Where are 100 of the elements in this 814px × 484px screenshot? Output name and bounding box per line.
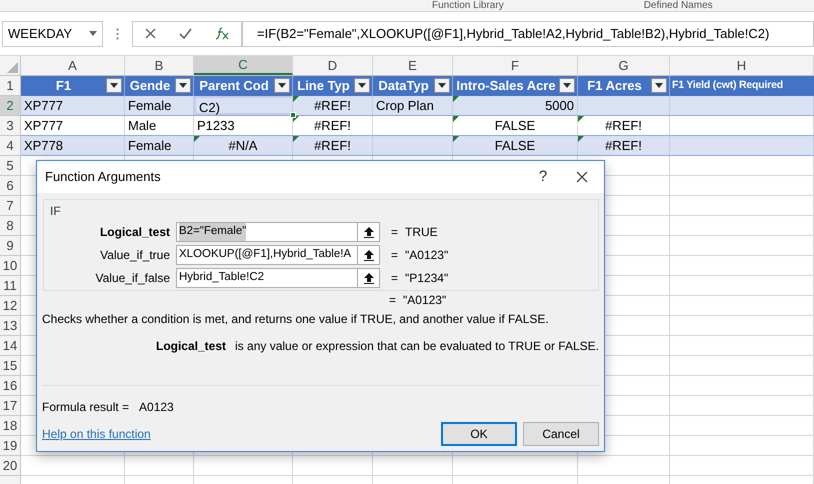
caret-icon xyxy=(278,83,286,88)
table-cell: XP778 xyxy=(21,136,125,155)
row-header[interactable]: 15 xyxy=(0,356,21,376)
filter-dropdown-button[interactable] xyxy=(434,78,450,93)
table-cell: XP777 xyxy=(21,116,125,135)
row-header[interactable]: 5 xyxy=(0,156,21,176)
argument-result: TRUE xyxy=(405,224,438,241)
enter-check-icon[interactable] xyxy=(178,28,192,39)
table-cell: #REF! xyxy=(293,116,373,135)
group-label: IF xyxy=(50,203,61,220)
row-header[interactable]: 11 xyxy=(0,276,21,296)
argument-description: is any value or expression that can be evaluated to TRUE or FALSE. xyxy=(235,338,599,355)
row-header[interactable]: 20 xyxy=(0,456,21,476)
row-header[interactable]: 7 xyxy=(0,196,21,216)
table-cell: FALSE xyxy=(453,136,578,155)
table-cell: FALSE xyxy=(453,116,578,135)
row-header[interactable]: 8 xyxy=(0,216,21,236)
column-title: DataTyp xyxy=(377,77,430,96)
column-header[interactable]: F xyxy=(453,56,578,75)
table-cell: C2) xyxy=(194,96,293,115)
formula-result-label: Formula result = xyxy=(42,399,130,416)
ribbon-group-label: Defined Names xyxy=(644,0,713,11)
more-options-icon[interactable] xyxy=(116,28,119,40)
argument-label: Value_if_false xyxy=(94,270,171,287)
table-cell: P1233 xyxy=(194,116,293,135)
name-box[interactable]: WEEKDAY xyxy=(2,20,103,46)
filter-dropdown-button[interactable] xyxy=(354,78,370,93)
insert-function-icon[interactable] xyxy=(215,27,230,40)
caret-icon xyxy=(655,83,663,88)
argument-input[interactable]: B2="Female" xyxy=(176,222,358,242)
row-header[interactable]: 1 xyxy=(0,76,21,96)
argument-label: Value_if_true xyxy=(99,247,171,264)
table-cell: Male xyxy=(125,116,194,135)
argument-result: "A0123" xyxy=(405,247,448,264)
column-header[interactable]: E xyxy=(373,56,453,75)
table-cell: Crop Plan xyxy=(373,96,453,115)
row-header[interactable]: 12 xyxy=(0,296,21,316)
row-header[interactable]: 2 xyxy=(0,96,21,116)
equals-sign: = xyxy=(389,292,398,309)
table-cell: #N/A xyxy=(194,136,293,155)
table-cell: #REF! xyxy=(578,136,670,155)
column-title: Line Typ xyxy=(296,77,351,96)
argument-input[interactable]: Hybrid_Table!C2 xyxy=(176,268,358,288)
table-cell: Female xyxy=(125,136,194,155)
row-header[interactable]: 17 xyxy=(0,396,21,416)
caret-icon xyxy=(179,83,187,88)
column-header[interactable]: C xyxy=(194,56,293,75)
collapse-dialog-button[interactable] xyxy=(358,245,380,265)
ribbon-group-label: Function Library xyxy=(432,0,504,11)
column-title: Gende xyxy=(128,77,172,96)
equals-sign: = xyxy=(391,270,400,287)
row-header[interactable]: 9 xyxy=(0,236,21,256)
caret-icon xyxy=(110,83,118,88)
column-header[interactable]: H xyxy=(670,56,814,75)
filter-dropdown-button[interactable] xyxy=(175,78,191,93)
row-header[interactable]: 3 xyxy=(0,116,21,136)
caret-icon xyxy=(89,31,97,36)
caret-icon xyxy=(563,83,571,88)
equals-sign: = xyxy=(391,247,400,264)
row-header[interactable]: 16 xyxy=(0,376,21,396)
row-header[interactable]: 18 xyxy=(0,416,21,436)
filter-dropdown-button[interactable] xyxy=(106,78,122,93)
fill-handle[interactable] xyxy=(290,112,296,118)
column-header[interactable]: G xyxy=(578,56,670,75)
argument-label: Logical_test xyxy=(98,224,171,241)
argument-name: Logical_test xyxy=(154,338,228,355)
equals-sign: = xyxy=(391,224,400,241)
dialog-button[interactable]: Cancel xyxy=(523,422,599,446)
function-description: Checks whether a condition is met, and returns one value if TRUE, and another value if FALSE. xyxy=(42,311,550,328)
formula-field[interactable]: =IF(B2="Female",XLOOKUP([@F1],Hybrid_Table!A2,Hybrid_Table!B2),Hybrid_Table!C2) xyxy=(242,20,814,46)
filter-dropdown-button[interactable] xyxy=(559,78,575,93)
filter-dropdown-button[interactable] xyxy=(651,78,667,93)
collapse-dialog-button[interactable] xyxy=(358,222,380,242)
row-header[interactable]: 13 xyxy=(0,316,21,336)
row-header[interactable]: 14 xyxy=(0,336,21,356)
close-icon xyxy=(576,171,588,183)
argument-input[interactable]: XLOOKUP([@F1],Hybrid_Table!A xyxy=(176,245,358,265)
column-title: F1 xyxy=(54,77,72,96)
table-cell: #REF! xyxy=(578,116,670,135)
table-cell: Female xyxy=(125,96,194,115)
row-header[interactable]: 19 xyxy=(0,436,21,456)
column-header[interactable]: D xyxy=(293,56,373,75)
table-cell: #REF! xyxy=(293,96,373,115)
help-button[interactable]: ? xyxy=(528,166,558,188)
dialog-title: Function Arguments xyxy=(45,168,162,186)
column-title: Intro-Sales Acre xyxy=(455,77,557,96)
table-cell: XP777 xyxy=(21,96,125,115)
collapse-dialog-button[interactable] xyxy=(358,268,380,288)
arrow-up-icon xyxy=(364,272,374,284)
column-title: F1 Yield (cwt) Required xyxy=(672,78,784,94)
filter-dropdown-button[interactable] xyxy=(274,78,290,93)
row-header[interactable]: 6 xyxy=(0,176,21,196)
cancel-icon[interactable] xyxy=(144,28,156,39)
column-header[interactable]: A xyxy=(21,56,125,75)
dialog-button[interactable]: OK xyxy=(441,422,517,446)
row-header[interactable]: 4 xyxy=(0,136,21,156)
name-box-text: WEEKDAY xyxy=(8,24,72,43)
help-link[interactable]: Help on this function xyxy=(42,425,441,443)
arrow-up-icon xyxy=(364,250,374,260)
row-header[interactable]: 10 xyxy=(0,256,21,276)
